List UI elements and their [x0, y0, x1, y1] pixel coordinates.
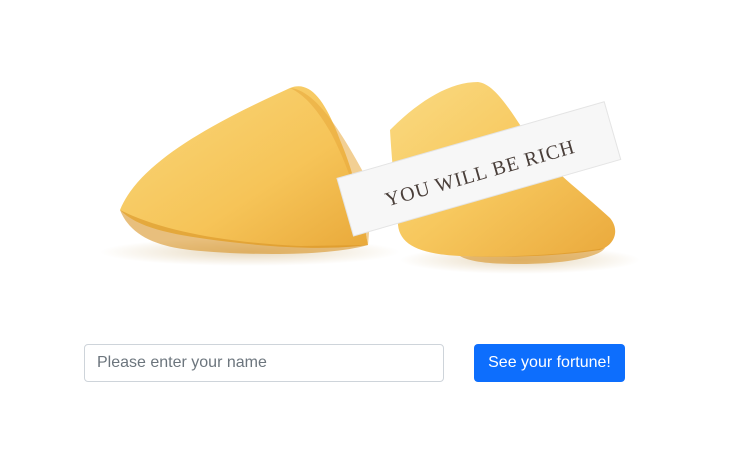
fortune-cookie-image: YOU WILL BE RICH	[100, 60, 640, 300]
page: YOU WILL BE RICH See your fortune!	[0, 0, 742, 475]
see-fortune-button[interactable]: See your fortune!	[474, 344, 625, 382]
cookie-left	[120, 86, 370, 255]
name-input[interactable]	[84, 344, 444, 382]
